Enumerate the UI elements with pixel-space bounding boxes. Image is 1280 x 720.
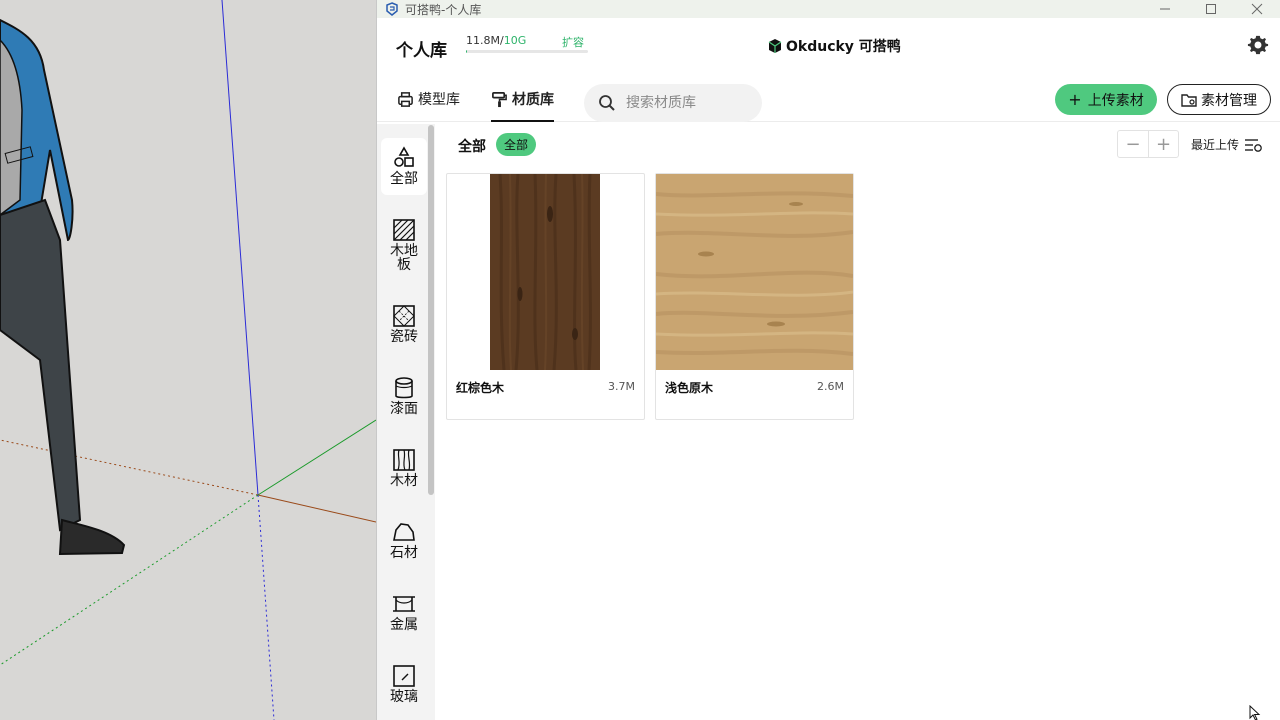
- mouse-cursor-icon: [1249, 705, 1261, 720]
- material-thumbnail-dark-wood: [490, 174, 600, 370]
- storage-progress-fill: [466, 50, 468, 53]
- filter-row: 全部 全部 − + 最近上传: [435, 124, 1280, 168]
- paint-can-icon: [395, 377, 413, 399]
- category-wood-floor[interactable]: 木地板: [381, 218, 427, 272]
- maximize-icon: [1206, 4, 1216, 14]
- folder-settings-icon: [1181, 93, 1197, 107]
- page-title: 个人库: [396, 41, 447, 61]
- scene-drawing: [0, 0, 376, 720]
- category-sidebar: 全部 木地板 瓷砖 漆面 木材 石材 金属 玻璃: [377, 124, 435, 720]
- minimize-icon: [1160, 8, 1170, 10]
- search-icon: [599, 95, 615, 111]
- storage-used: 11.8M: [466, 34, 500, 47]
- brand-logo: Okducky 可搭鸭: [767, 36, 901, 56]
- nav-row: 模型库 材质库 + 上传素材 素材管理: [377, 76, 1280, 122]
- category-all[interactable]: 全部: [381, 138, 427, 195]
- app-logo-icon: [385, 2, 399, 16]
- cube-logo-icon: [768, 39, 782, 53]
- red-axis: [257, 494, 376, 523]
- filter-chip-all[interactable]: 全部: [496, 133, 536, 156]
- category-label: 木材: [390, 473, 418, 489]
- paint-roller-icon: [492, 91, 507, 107]
- category-label: 漆面: [390, 401, 418, 417]
- material-thumbnail-light-wood: [656, 174, 853, 370]
- manage-button[interactable]: 素材管理: [1167, 84, 1271, 115]
- materials-content: 全部 全部 − + 最近上传 红棕色木 3.7M 浅色原木 2.6M: [435, 124, 1280, 720]
- category-label: 玻璃: [390, 689, 418, 705]
- sketchup-viewport[interactable]: [0, 0, 376, 720]
- green-axis: [257, 419, 376, 496]
- zoom-controls: − +: [1117, 130, 1179, 158]
- sidebar-scrollbar[interactable]: [428, 125, 434, 495]
- green-axis-dashed: [0, 494, 259, 666]
- tab-models-label: 模型库: [418, 92, 460, 108]
- category-label: 金属: [390, 617, 418, 633]
- search-box[interactable]: [584, 84, 762, 122]
- figure-pants: [0, 198, 82, 532]
- category-label: 木地板: [390, 243, 418, 273]
- category-wood[interactable]: 木材: [381, 448, 427, 488]
- material-name: 红棕色木: [456, 381, 505, 395]
- stone-icon: [393, 523, 415, 541]
- category-label: 石材: [390, 545, 418, 561]
- wood-grain-icon: [393, 449, 415, 471]
- plugin-window: 可搭鸭-个人库 个人库 11.8M/10G 扩容 Okducky 可搭鸭 模型库…: [376, 0, 1280, 720]
- material-size: 3.7M: [608, 380, 635, 393]
- tab-materials[interactable]: 材质库: [491, 76, 554, 122]
- filter-title: 全部: [458, 139, 486, 155]
- figure-shoe: [58, 518, 126, 556]
- printer-icon: [398, 91, 413, 107]
- plus-icon: +: [1068, 90, 1082, 109]
- metal-beam-icon: [393, 596, 415, 612]
- glass-icon: [393, 665, 415, 687]
- maximize-button[interactable]: [1188, 0, 1234, 18]
- tab-models[interactable]: 模型库: [397, 76, 460, 122]
- search-input[interactable]: [626, 95, 746, 111]
- logo-text: Okducky 可搭鸭: [786, 39, 901, 55]
- red-axis-dashed: [0, 439, 259, 496]
- category-tile[interactable]: 瓷砖: [381, 304, 427, 344]
- header: 个人库 11.8M/10G 扩容 Okducky 可搭鸭: [377, 18, 1280, 76]
- upload-button-label: 上传素材: [1087, 92, 1144, 109]
- material-card[interactable]: 浅色原木 2.6M: [655, 173, 854, 420]
- zoom-out-button[interactable]: −: [1118, 131, 1148, 157]
- category-metal[interactable]: 金属: [381, 592, 427, 632]
- wood-floor-icon: [393, 219, 415, 241]
- category-paint[interactable]: 漆面: [381, 376, 427, 416]
- sort-dropdown[interactable]: 最近上传: [1191, 136, 1262, 153]
- expand-storage-link[interactable]: 扩容: [562, 34, 584, 50]
- tile-icon: [393, 305, 415, 327]
- minimize-button[interactable]: [1142, 0, 1188, 18]
- zoom-in-button[interactable]: +: [1147, 131, 1178, 157]
- material-size: 2.6M: [817, 380, 844, 393]
- tab-materials-label: 材质库: [512, 92, 554, 108]
- category-label: 全部: [390, 171, 418, 187]
- material-card[interactable]: 红棕色木 3.7M: [446, 173, 645, 420]
- upload-button[interactable]: + 上传素材: [1055, 84, 1157, 115]
- title-bar: 可搭鸭-个人库: [377, 0, 1280, 18]
- close-icon: [1251, 3, 1263, 15]
- storage-total: 10G: [503, 34, 527, 47]
- close-button[interactable]: [1234, 0, 1280, 18]
- window-title: 可搭鸭-个人库: [405, 2, 482, 17]
- category-label: 瓷砖: [390, 329, 418, 345]
- storage-progress-bar: [466, 50, 588, 53]
- sort-settings-icon: [1245, 138, 1262, 152]
- category-stone[interactable]: 石材: [381, 520, 427, 560]
- blue-axis: [221, 0, 259, 496]
- category-glass[interactable]: 玻璃: [381, 664, 427, 704]
- material-name: 浅色原木: [665, 381, 714, 395]
- sort-label: 最近上传: [1191, 138, 1240, 152]
- shapes-icon: [394, 146, 414, 167]
- blue-axis-dashed: [257, 494, 275, 720]
- manage-button-label: 素材管理: [1201, 92, 1257, 109]
- gear-icon[interactable]: [1247, 34, 1269, 56]
